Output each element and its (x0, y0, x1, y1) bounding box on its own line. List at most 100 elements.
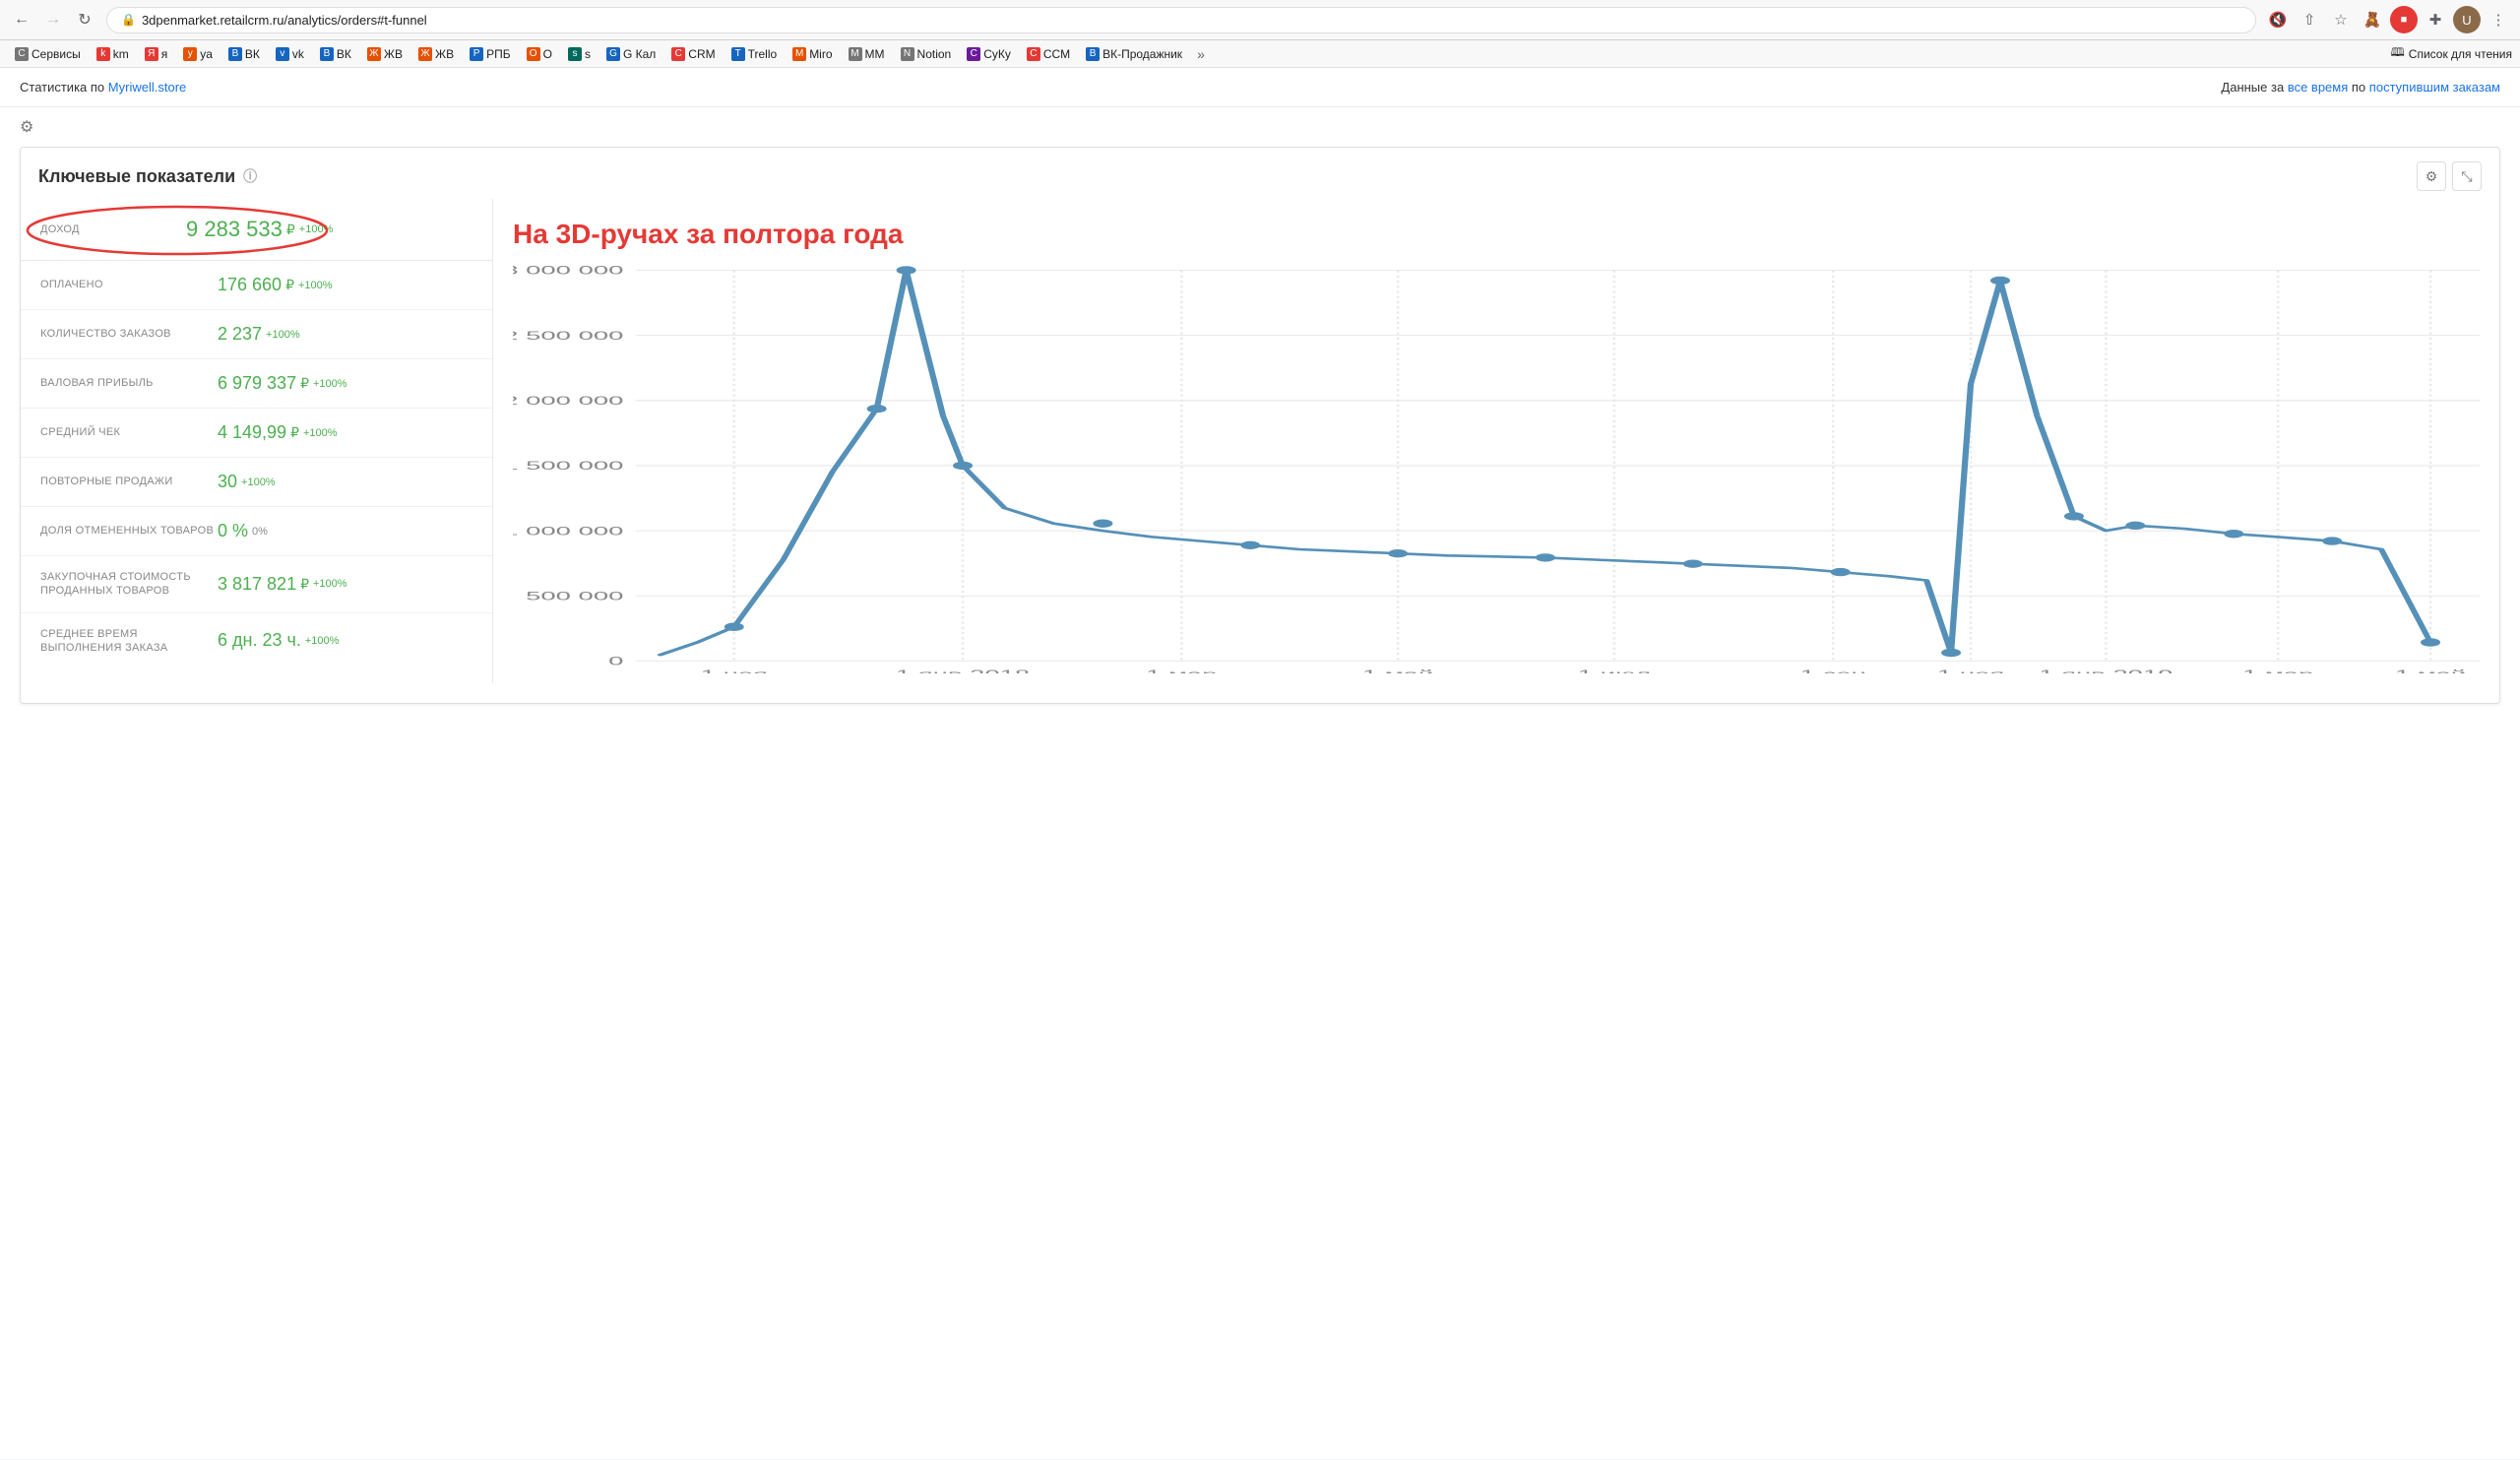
share-button[interactable]: ⇧ (2296, 6, 2323, 33)
bookmark-o[interactable]: О О (520, 44, 559, 64)
chart-dot (1240, 541, 1260, 549)
cancelled-badge: 0% (252, 526, 268, 538)
chart-dot (1093, 520, 1112, 528)
gcal-icon: G (606, 47, 620, 61)
o-icon: О (527, 47, 540, 61)
ya1-icon: Я (145, 47, 158, 61)
bookmark-servisy[interactable]: С Сервисы (8, 44, 88, 64)
purchase-currency: ₽ (300, 576, 309, 593)
km-icon: k (96, 47, 110, 61)
extensions2-button[interactable]: ✚ (2422, 6, 2449, 33)
paid-value: 176 660 ₽ +100% (218, 275, 333, 295)
forward-button[interactable]: → (39, 6, 67, 33)
bookmark-mm[interactable]: M MM (842, 44, 892, 64)
servisy-icon: С (15, 47, 29, 61)
mute-button[interactable]: 🔇 (2264, 6, 2292, 33)
chart-line (661, 271, 2430, 656)
period-link[interactable]: все время (2288, 80, 2348, 95)
bookmark-notion[interactable]: N Notion (894, 44, 959, 64)
page-settings-icon[interactable]: ⚙ (20, 119, 33, 136)
chart-dot (1990, 277, 2010, 285)
bookmark-label: Miro (809, 47, 832, 61)
bookmark-label: ЖВ (435, 47, 454, 61)
bookmark-ya1[interactable]: Я я (138, 44, 175, 64)
read-list-label: Список для чтения (2409, 47, 2512, 61)
avgcheck-badge: +100% (303, 427, 338, 439)
chart-container: 3 000 000 2 500 000 2 000 000 1 500 000 … (513, 260, 2480, 673)
ya2-icon: y (183, 47, 197, 61)
bookmark-vk-prodazhnik[interactable]: В ВК-Продажник (1079, 44, 1189, 64)
bookmark-gcal[interactable]: G G Кал (599, 44, 662, 64)
vk1-icon: В (228, 47, 242, 61)
puzzle-icon: 🧸 (2363, 11, 2382, 29)
avgtime-value-text: 6 дн. 23 ч. (218, 630, 301, 651)
chart-dot (724, 623, 744, 631)
svg-text:1 500 000: 1 500 000 (513, 460, 623, 473)
bookmark-label: ВК (337, 47, 351, 61)
reload-button[interactable]: ↻ (71, 6, 98, 33)
svg-text:1 мар: 1 мар (2242, 668, 2313, 673)
orders-link[interactable]: поступившим заказам (2369, 80, 2500, 95)
address-bar[interactable]: 🔒 3dpenmarket.retailcrm.ru/analytics/ord… (106, 7, 2256, 33)
store-link[interactable]: Myriwell.store (108, 80, 186, 95)
mm-icon: M (849, 47, 862, 61)
bookmark-label: Сервисы (32, 47, 81, 61)
adblock-icon: ■ (2401, 14, 2408, 26)
bookmark-miro[interactable]: M Miro (786, 44, 839, 64)
page: Статистика по Myriwell.store Данные за в… (0, 68, 2520, 1459)
bookmark-label: MM (865, 47, 885, 61)
notion-icon: N (901, 47, 914, 61)
paid-currency: ₽ (285, 277, 294, 293)
widget-title-text: Ключевые показатели (38, 166, 235, 187)
income-badge: +100% (299, 223, 334, 235)
bookmark-vk1[interactable]: В ВК (221, 44, 267, 64)
more-bookmarks[interactable]: » (1191, 44, 1211, 64)
bookmark-label: Notion (917, 47, 952, 61)
settings-row: ⚙ (0, 107, 2520, 147)
chart-dot (953, 462, 973, 470)
chart-annotation: На 3D-ручах за полтора года (513, 209, 2480, 250)
bookmark-star-button[interactable]: ☆ (2327, 6, 2355, 33)
gross-label: ВАЛОВАЯ ПРИБЫЛЬ (40, 376, 218, 390)
widget-header: Ключевые показатели ⓘ ⚙ ⤡ (21, 148, 2499, 199)
bookmark-crm[interactable]: C CRM (664, 44, 722, 64)
adblock-button[interactable]: ■ (2390, 6, 2418, 33)
bookmark-label: s (585, 47, 591, 61)
back-button[interactable]: ← (8, 6, 35, 33)
widget-fullscreen-button[interactable]: ⤡ (2452, 161, 2482, 191)
s-icon: s (568, 47, 582, 61)
period-suffix: по (2352, 80, 2365, 95)
income-currency: ₽ (286, 222, 295, 238)
account-button[interactable]: U (2453, 6, 2481, 33)
bookmark-zhv2[interactable]: Ж ЖВ (411, 44, 461, 64)
svg-text:1 мар: 1 мар (1146, 668, 1217, 673)
bookmark-vk2[interactable]: v vk (269, 44, 311, 64)
bookmark-s[interactable]: s s (561, 44, 598, 64)
svg-text:1 ноя: 1 ноя (1937, 668, 2004, 673)
bookmark-ssm[interactable]: С ССМ (1020, 44, 1077, 64)
gross-value: 6 979 337 ₽ +100% (218, 373, 347, 394)
bookmark-vk3[interactable]: В ВК (313, 44, 358, 64)
income-label: ДОХОД (40, 222, 178, 236)
bookmark-label: ya (200, 47, 213, 61)
bookmark-rpb[interactable]: Р РПБ (463, 44, 518, 64)
widget-settings-button[interactable]: ⚙ (2417, 161, 2446, 191)
bookmark-km[interactable]: k km (90, 44, 136, 64)
suku-icon: С (967, 47, 980, 61)
bookmark-suku[interactable]: С СуКу (960, 44, 1018, 64)
bookmark-ya2[interactable]: y ya (176, 44, 220, 64)
menu-button[interactable]: ⋮ (2485, 6, 2512, 33)
orders-label: КОЛИЧЕСТВО ЗАКАЗОВ (40, 327, 218, 341)
purchase-label: ЗАКУПОЧНАЯ СТОИМОСТЬ ПРОДАННЫХ ТОВАРОВ (40, 570, 218, 599)
metric-repeat: ПОВТОРНЫЕ ПРОДАЖИ 30 +100% (21, 458, 492, 507)
svg-text:1 сен: 1 сен (1800, 668, 1866, 673)
info-icon[interactable]: ⓘ (243, 166, 257, 186)
extensions-button[interactable]: 🧸 (2359, 6, 2386, 33)
metric-avgtime: СРЕДНЕЕ ВРЕМЯ ВЫПОЛНЕНИЯ ЗАКАЗА 6 дн. 23… (21, 613, 492, 669)
read-list[interactable]: 🕮 Список для чтения (2391, 43, 2512, 64)
bookmark-trello[interactable]: T Trello (724, 44, 785, 64)
stats-prefix: Статистика по (20, 80, 104, 95)
browser-chrome: ← → ↻ 🔒 3dpenmarket.retailcrm.ru/analyti… (0, 0, 2520, 68)
bookmark-zhv1[interactable]: Ж ЖВ (360, 44, 410, 64)
bookmark-label: vk (292, 47, 304, 61)
